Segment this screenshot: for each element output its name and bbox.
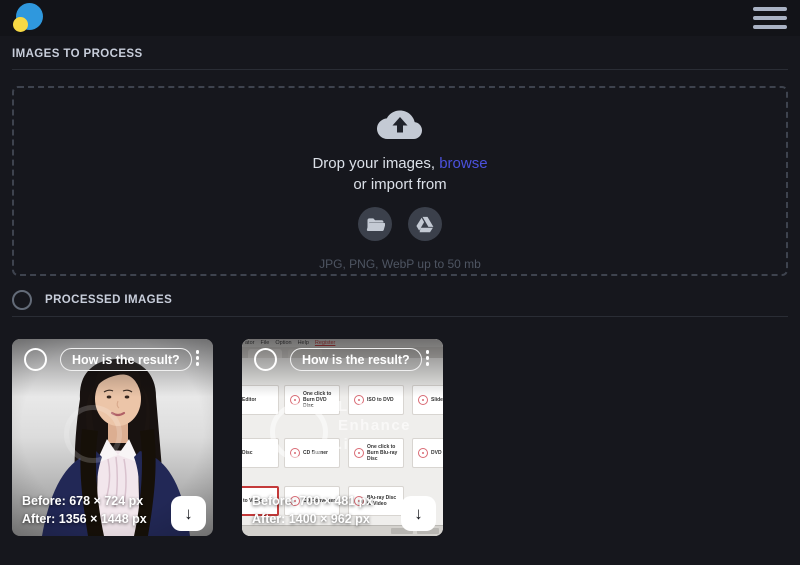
app-logo[interactable] [13,2,45,34]
software-tile: Disc [242,438,279,468]
section-title-processed-images: PROCESSED IMAGES [45,294,172,306]
dimensions-info: Before: 700 × 481 px After: 1400 × 962 p… [252,492,373,530]
section-title-images-to-process: IMAGES TO PROCESS [12,48,788,60]
feedback-button[interactable]: How is the result? [60,348,192,371]
before-dimensions: Before: 678 × 724 px [22,492,147,511]
upload-dropzone[interactable]: Drop your images, browse or import from … [12,86,788,276]
after-dimensions: After: 1400 × 962 px [252,510,373,529]
before-dimensions: Before: 700 × 481 px [252,492,373,511]
import-local-files-button[interactable] [358,207,392,241]
feedback-button[interactable]: How is the result? [290,348,422,371]
drop-instruction: Drop your images, browse [312,155,487,172]
section-divider [12,316,788,317]
download-arrow-icon: ↓ [184,504,193,524]
accepted-formats-note: JPG, PNG, WebP up to 50 mb [319,257,481,271]
google-drive-icon [415,216,435,233]
dimensions-info: Before: 678 × 724 px After: 1356 × 1448 … [22,492,147,530]
software-tile: CD Burner [284,438,340,468]
top-bar [0,0,800,36]
software-tile: One click to Burn Blu-ray Disc [348,438,404,468]
processed-card-portrait[interactable]: How is the result? Before: 678 × 724 px … [12,339,213,536]
download-button[interactable]: ↓ [401,496,436,531]
hamburger-menu-icon[interactable] [753,3,787,33]
card-menu-icon[interactable] [191,347,205,369]
processed-card-screenshot[interactable]: atorFileOptionHelpRegister EditorOne cli… [242,339,443,536]
card-checkbox[interactable] [254,348,277,371]
card-checkbox[interactable] [24,348,47,371]
section-divider [12,69,788,70]
import-from-text: or import from [353,176,446,193]
folder-icon [366,217,385,232]
after-dimensions: After: 1356 × 1448 px [22,510,147,529]
drop-text: Drop your images, [312,155,435,172]
download-button[interactable]: ↓ [171,496,206,531]
cloud-upload-icon [376,109,424,143]
download-arrow-icon: ↓ [414,504,423,524]
logo-yellow-circle [13,17,28,32]
browse-link[interactable]: browse [439,155,487,172]
card-menu-icon[interactable] [421,347,435,369]
import-google-drive-button[interactable] [408,207,442,241]
software-tile: DVD to [412,438,443,468]
select-all-checkbox[interactable] [12,290,32,310]
